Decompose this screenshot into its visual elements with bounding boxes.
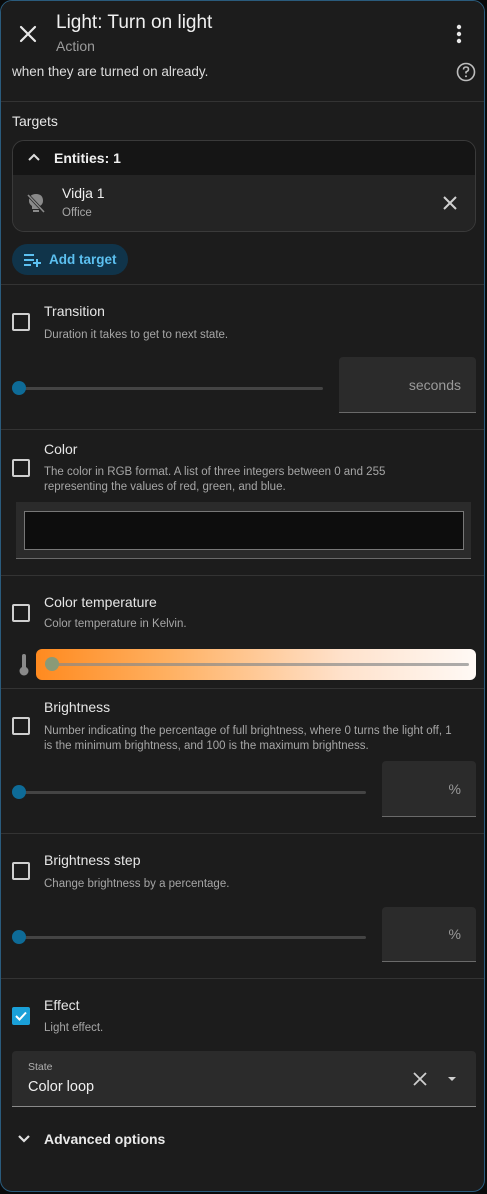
transition-slider[interactable]	[16, 387, 323, 390]
menu-down-icon[interactable]	[446, 1075, 458, 1083]
effect-checkbox[interactable]	[12, 1007, 30, 1025]
divider	[1, 978, 484, 979]
brightness-step-label: Brightness step	[44, 852, 141, 868]
action-dialog: Light: Turn on light Action when they ar…	[0, 0, 485, 1192]
entities-count: Entities: 1	[54, 150, 121, 166]
lightbulb-off-icon	[26, 193, 46, 214]
state-field-value: Color loop	[28, 1079, 95, 1095]
color-temperature-track	[51, 663, 469, 666]
dialog-subtitle: Action	[56, 38, 95, 54]
brightness-step-input[interactable]: %	[382, 907, 476, 962]
brightness-unit: %	[448, 781, 461, 797]
color-label: Color	[44, 441, 78, 457]
brightness-step-slider[interactable]	[16, 936, 366, 939]
transition-slider-thumb[interactable]	[12, 381, 26, 395]
color-swatch[interactable]	[24, 511, 464, 550]
divider	[1, 284, 484, 285]
effect-label: Effect	[44, 997, 80, 1013]
help-circle-icon	[456, 62, 476, 82]
color-checkbox[interactable]	[12, 459, 30, 477]
transition-input[interactable]: seconds	[339, 357, 476, 413]
brightness-step-hint: Change brightness by a percentage.	[44, 878, 230, 890]
color-temperature-slider[interactable]	[36, 649, 476, 680]
entity-name: Vidja 1	[62, 185, 105, 201]
color-temperature-checkbox[interactable]	[12, 604, 30, 622]
transition-label: Transition	[44, 303, 105, 319]
color-picker[interactable]	[16, 502, 471, 559]
dialog-title: Light: Turn on light	[56, 12, 213, 33]
color-hint: The color in RGB format. A list of three…	[44, 466, 386, 493]
divider	[1, 833, 484, 834]
targets-label: Targets	[12, 113, 58, 129]
brightness-label: Brightness	[44, 699, 111, 715]
color-temperature-thumb[interactable]	[45, 657, 59, 671]
divider	[1, 101, 484, 102]
transition-unit: seconds	[408, 377, 461, 393]
action-description: when they are turned on already.	[12, 64, 209, 79]
entity-area: Office	[62, 207, 92, 219]
brightness-slider[interactable]	[16, 791, 366, 794]
dialog-header: Light: Turn on light Action	[1, 1, 484, 61]
brightness-slider-thumb[interactable]	[12, 785, 26, 799]
close-icon	[19, 25, 37, 43]
divider	[1, 688, 484, 689]
close-button[interactable]	[16, 22, 40, 46]
add-list-icon	[24, 254, 41, 267]
remove-entity-icon[interactable]	[442, 195, 458, 211]
entities-header[interactable]: Entities: 1	[13, 141, 475, 175]
brightness-hint: Number indicating the percentage of full…	[44, 725, 452, 752]
add-target-label: Add target	[49, 252, 117, 267]
color-temperature-label: Color temperature	[44, 594, 157, 610]
transition-checkbox[interactable]	[12, 313, 30, 331]
thermometer-icon	[19, 654, 29, 676]
state-field-label: State	[28, 1061, 53, 1073]
color-temperature-hint: Color temperature in Kelvin.	[44, 618, 187, 630]
targets-box: Entities: 1 Vidja 1 Office	[12, 140, 476, 232]
more-vert-icon	[456, 24, 462, 44]
help-button[interactable]	[456, 62, 476, 82]
brightness-input[interactable]: %	[382, 761, 476, 817]
clear-icon[interactable]	[412, 1071, 428, 1087]
entity-chip[interactable]: Vidja 1 Office	[13, 175, 475, 231]
check-icon	[15, 1011, 27, 1021]
chevron-down-icon[interactable]	[17, 1134, 31, 1144]
brightness-step-unit: %	[448, 926, 461, 942]
add-target-button[interactable]: Add target	[12, 244, 128, 275]
brightness-step-slider-thumb[interactable]	[12, 930, 26, 944]
brightness-checkbox[interactable]	[12, 717, 30, 735]
more-options-button[interactable]	[449, 23, 469, 47]
transition-hint: Duration it takes to get to next state.	[44, 329, 229, 341]
effect-hint: Light effect.	[44, 1022, 104, 1034]
chevron-up-icon	[28, 153, 40, 161]
effect-state-select[interactable]: State Color loop	[12, 1051, 476, 1107]
divider	[1, 429, 484, 430]
divider	[1, 575, 484, 576]
brightness-step-checkbox[interactable]	[12, 862, 30, 880]
advanced-options-toggle[interactable]: Advanced options	[44, 1131, 165, 1147]
